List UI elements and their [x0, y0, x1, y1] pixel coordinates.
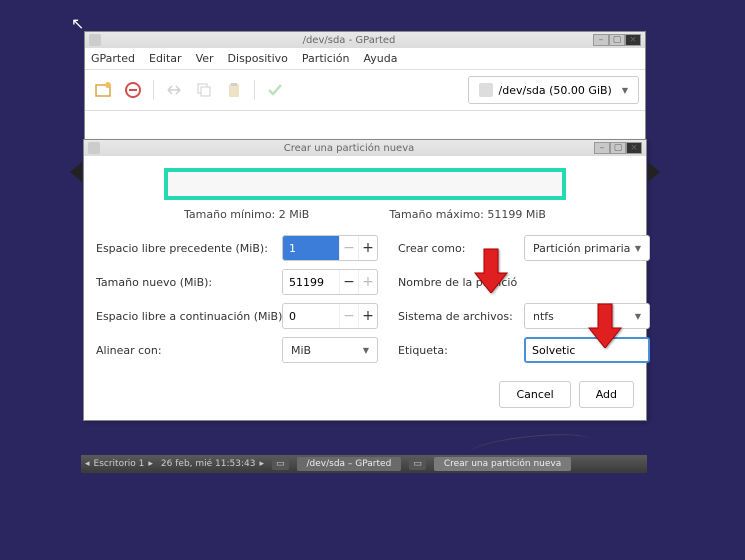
- workspace-label[interactable]: Escritorio 1: [94, 459, 145, 469]
- chevron-down-icon: ▼: [622, 86, 628, 95]
- mouse-cursor: ↖: [71, 14, 84, 33]
- taskbar-task-gparted[interactable]: /dev/sda – GParted: [297, 457, 402, 471]
- maximize-button[interactable]: ▢: [610, 142, 626, 154]
- menu-gparted[interactable]: GParted: [91, 52, 135, 65]
- dialog-buttons: Cancel Add: [84, 373, 646, 420]
- new-partition-icon[interactable]: [91, 78, 115, 102]
- new-size-spinner[interactable]: − +: [282, 269, 378, 295]
- toolbar: /dev/sda (50.00 GiB) ▼: [85, 70, 645, 111]
- align-value: MiB: [291, 344, 311, 357]
- app-icon: [88, 142, 100, 154]
- free-after-input[interactable]: [283, 304, 339, 328]
- dialog-titlebar[interactable]: Crear una partición nueva – ▢ ×: [84, 140, 646, 156]
- delete-icon[interactable]: [121, 78, 145, 102]
- decrement-button: −: [339, 304, 358, 328]
- resize-handle-right[interactable]: [648, 162, 660, 182]
- etiqueta-label: Etiqueta:: [388, 344, 518, 357]
- menu-particion[interactable]: Partición: [302, 52, 350, 65]
- taskbar-task-dialog[interactable]: Crear una partición nueva: [434, 457, 571, 471]
- main-title: /dev/sda - GParted: [105, 35, 593, 46]
- free-before-input[interactable]: [283, 236, 339, 260]
- partition-form: Espacio libre precedente (MiB): − + Crea…: [84, 231, 646, 373]
- free-before-spinner[interactable]: − +: [282, 235, 378, 261]
- new-size-label: Tamaño nuevo (MiB):: [96, 276, 276, 289]
- filesystem-label: Sistema de archivos:: [388, 310, 518, 323]
- filesystem-value: ntfs: [533, 310, 554, 323]
- menu-ver[interactable]: Ver: [196, 52, 214, 65]
- minimize-button[interactable]: –: [594, 142, 610, 154]
- partition-size-visualizer[interactable]: [84, 156, 646, 204]
- create-as-combo[interactable]: Partición primaria ▼: [524, 235, 650, 261]
- chevron-down-icon: ▼: [635, 312, 641, 321]
- device-selector-label: /dev/sda (50.00 GiB): [499, 84, 612, 97]
- partition-bar[interactable]: [164, 168, 566, 200]
- align-combo[interactable]: MiB ▼: [282, 337, 378, 363]
- main-titlebar[interactable]: /dev/sda - GParted – ▢ ×: [85, 32, 645, 48]
- menu-ayuda[interactable]: Ayuda: [364, 52, 398, 65]
- paste-icon: [222, 78, 246, 102]
- create-as-value: Partición primaria: [533, 242, 630, 255]
- maximize-button[interactable]: ▢: [609, 34, 625, 46]
- resize-handle-left[interactable]: [70, 162, 82, 182]
- size-limits: Tamaño mínimo: 2 MiB Tamaño máximo: 5119…: [84, 204, 646, 231]
- menubar: GParted Editar Ver Dispositivo Partición…: [85, 48, 645, 70]
- app-icon: [89, 34, 101, 46]
- min-size-label: Tamaño mínimo: 2 MiB: [184, 208, 309, 221]
- menu-dispositivo[interactable]: Dispositivo: [228, 52, 288, 65]
- taskbar-nav-left[interactable]: ◂: [85, 459, 90, 469]
- create-partition-dialog: Crear una partición nueva – ▢ × Tamaño m…: [83, 139, 647, 421]
- close-button[interactable]: ×: [626, 142, 642, 154]
- align-label: Alinear con:: [96, 344, 276, 357]
- free-after-label: Espacio libre a continuación (MiB):: [96, 310, 276, 323]
- increment-button[interactable]: +: [358, 304, 377, 328]
- chevron-down-icon: ▼: [635, 244, 641, 253]
- menu-editar[interactable]: Editar: [149, 52, 182, 65]
- resize-icon: [162, 78, 186, 102]
- decrement-button[interactable]: −: [339, 270, 358, 294]
- minimize-button[interactable]: –: [593, 34, 609, 46]
- cancel-button[interactable]: Cancel: [499, 381, 570, 408]
- copy-icon: [192, 78, 216, 102]
- task-indicator-icon[interactable]: ▭: [409, 458, 426, 470]
- taskbar-nav[interactable]: ▸: [259, 459, 264, 469]
- free-before-label: Espacio libre precedente (MiB):: [96, 242, 276, 255]
- apply-icon: [263, 78, 287, 102]
- taskbar-nav-right[interactable]: ▸: [148, 459, 153, 469]
- annotation-arrow: [471, 247, 511, 297]
- max-size-label: Tamaño máximo: 51199 MiB: [389, 208, 546, 221]
- new-size-input[interactable]: [283, 270, 339, 294]
- add-button[interactable]: Add: [579, 381, 634, 408]
- increment-button[interactable]: +: [358, 236, 377, 260]
- decrement-button: −: [339, 236, 358, 260]
- close-button[interactable]: ×: [625, 34, 641, 46]
- increment-button: +: [358, 270, 377, 294]
- disk-icon: [479, 83, 493, 97]
- free-after-spinner[interactable]: − +: [282, 303, 378, 329]
- dialog-title: Crear una partición nueva: [104, 143, 594, 154]
- datetime-label: 26 feb, mié 11:53:43: [161, 459, 256, 469]
- device-selector[interactable]: /dev/sda (50.00 GiB) ▼: [468, 76, 639, 104]
- show-desktop-icon[interactable]: ▭: [272, 458, 289, 470]
- taskbar[interactable]: ◂Escritorio 1▸ 26 feb, mié 11:53:43▸ ▭ /…: [81, 455, 647, 473]
- annotation-arrow: [585, 302, 625, 352]
- chevron-down-icon: ▼: [363, 346, 369, 355]
